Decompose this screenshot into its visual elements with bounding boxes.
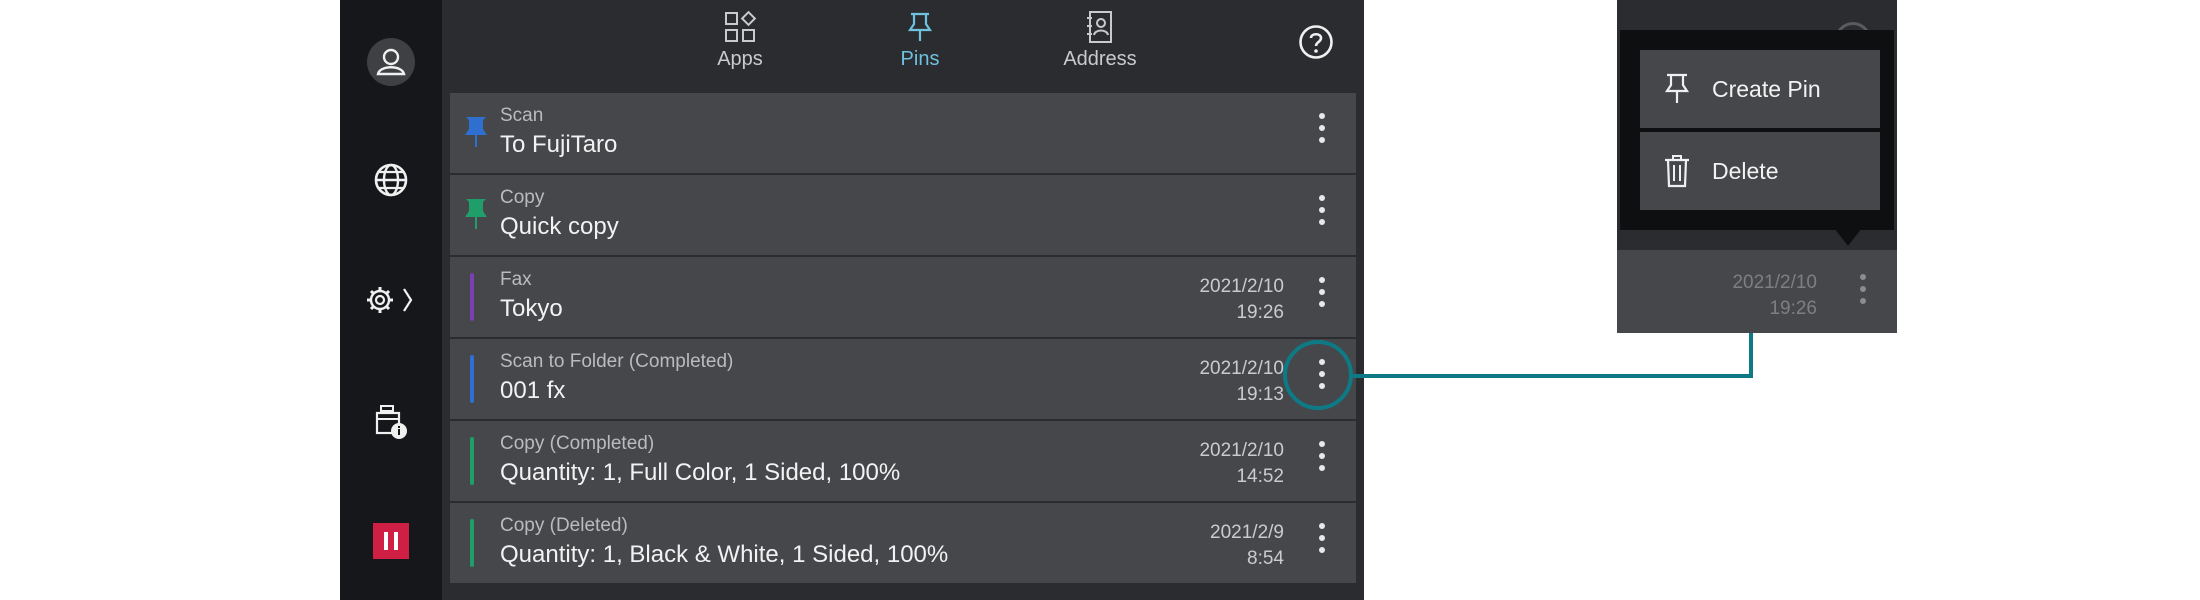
tab-address[interactable]: Address — [1040, 6, 1160, 86]
job-timestamp: 2021/2/10 19:26 — [1199, 274, 1284, 326]
more-vertical-icon — [1312, 523, 1332, 553]
job-type-marker — [470, 273, 474, 321]
delete-menu-item[interactable]: Delete — [1640, 132, 1880, 210]
job-category: Copy — [500, 187, 545, 208]
job-date: 2021/2/10 — [1732, 272, 1817, 293]
sidebar — [340, 0, 442, 600]
job-type-marker — [470, 519, 474, 567]
apps-icon — [725, 10, 757, 42]
user-icon — [367, 38, 415, 86]
help-button[interactable] — [1298, 24, 1334, 60]
more-vertical-icon — [1312, 441, 1332, 471]
language-button[interactable] — [340, 158, 442, 202]
top-navigation: Apps Pins Address — [442, 0, 1364, 92]
job-date: 2021/2/9 — [1210, 522, 1284, 543]
job-timestamp: 2021/2/10 19:26 — [1732, 270, 1817, 322]
more-options-button[interactable] — [1312, 195, 1332, 235]
tab-apps-label: Apps — [717, 48, 763, 70]
more-vertical-icon — [1312, 195, 1332, 225]
job-time: 19:26 — [1236, 302, 1284, 323]
tab-address-label: Address — [1063, 48, 1137, 70]
pause-button[interactable] — [340, 522, 442, 560]
pin-icon — [465, 199, 487, 229]
settings-button[interactable] — [340, 278, 442, 322]
more-options-button[interactable] — [1312, 441, 1332, 481]
job-timestamp: 2021/2/10 19:13 — [1199, 356, 1284, 408]
create-pin-label: Create Pin — [1712, 76, 1821, 102]
job-time: 19:26 — [1769, 298, 1817, 319]
list-item[interactable]: Copy (Completed) Quantity: 1, Full Color… — [450, 421, 1356, 501]
more-options-button[interactable] — [1312, 277, 1332, 317]
device-info-icon — [375, 405, 407, 439]
tab-apps[interactable]: Apps — [680, 6, 800, 86]
job-title: Tokyo — [500, 295, 563, 322]
pin-icon — [465, 117, 487, 147]
job-category: Copy (Deleted) — [500, 515, 628, 536]
job-category: Scan — [500, 105, 544, 126]
list-item[interactable]: Copy Quick copy — [450, 175, 1356, 255]
job-time: 14:52 — [1236, 466, 1284, 487]
job-title: Quick copy — [500, 213, 619, 240]
more-options-button[interactable] — [1312, 113, 1332, 153]
job-date: 2021/2/10 — [1199, 276, 1284, 297]
job-date: 2021/2/10 — [1199, 440, 1284, 461]
job-date: 2021/2/10 — [1199, 358, 1284, 379]
job-list: Scan To FujiTaro Copy Quick copy Fax Tok… — [450, 93, 1356, 585]
callout-connector-horizontal — [1353, 374, 1753, 378]
list-item[interactable]: Scan to Folder (Completed) 001 fx 2021/2… — [450, 339, 1356, 419]
user-button[interactable] — [340, 36, 442, 88]
job-title: Quantity: 1, Black & White, 1 Sided, 100… — [500, 541, 949, 568]
device-info-button[interactable] — [340, 398, 442, 444]
pin-icon — [1664, 73, 1690, 103]
callout-highlight-ring — [1283, 340, 1353, 410]
more-options-button[interactable] — [1312, 523, 1332, 563]
help-icon — [1299, 25, 1333, 59]
job-title: 001 fx — [500, 377, 566, 404]
job-category: Copy (Completed) — [500, 433, 655, 454]
job-category: Fax — [500, 269, 532, 290]
more-vertical-icon — [1853, 274, 1873, 314]
context-menu: Create Pin Delete — [1620, 30, 1894, 230]
job-category: Scan to Folder (Completed) — [500, 351, 734, 372]
pin-icon — [907, 12, 933, 41]
globe-icon — [374, 163, 408, 197]
address-book-icon — [1087, 11, 1112, 43]
more-vertical-icon — [1312, 113, 1332, 143]
job-type-marker — [470, 437, 474, 485]
list-item[interactable]: Copy (Deleted) Quantity: 1, Black & Whit… — [450, 503, 1356, 583]
tab-pins[interactable]: Pins — [860, 6, 980, 86]
create-pin-menu-item[interactable]: Create Pin — [1640, 50, 1880, 128]
device-screen: Apps Pins Address Scan To FujiTaro Copy … — [340, 0, 1364, 600]
pause-icon — [373, 523, 409, 559]
job-type-marker — [470, 355, 474, 403]
job-title: To FujiTaro — [500, 131, 618, 158]
job-time: 19:13 — [1236, 384, 1284, 405]
delete-label: Delete — [1712, 158, 1779, 184]
context-menu-tail — [1834, 228, 1862, 246]
settings-icon — [367, 287, 413, 313]
list-item: 2021/2/10 19:26 — [1617, 250, 1897, 333]
list-item[interactable]: Fax Tokyo 2021/2/10 19:26 — [450, 257, 1356, 337]
more-vertical-icon — [1312, 277, 1332, 307]
job-timestamp: 2021/2/9 8:54 — [1210, 520, 1284, 572]
trash-icon — [1665, 155, 1689, 188]
list-item[interactable]: Scan To FujiTaro — [450, 93, 1356, 173]
job-title: Quantity: 1, Full Color, 1 Sided, 100% — [500, 459, 901, 486]
tab-pins-label: Pins — [900, 48, 940, 70]
job-timestamp: 2021/2/10 14:52 — [1199, 438, 1284, 490]
job-time: 8:54 — [1247, 548, 1284, 569]
